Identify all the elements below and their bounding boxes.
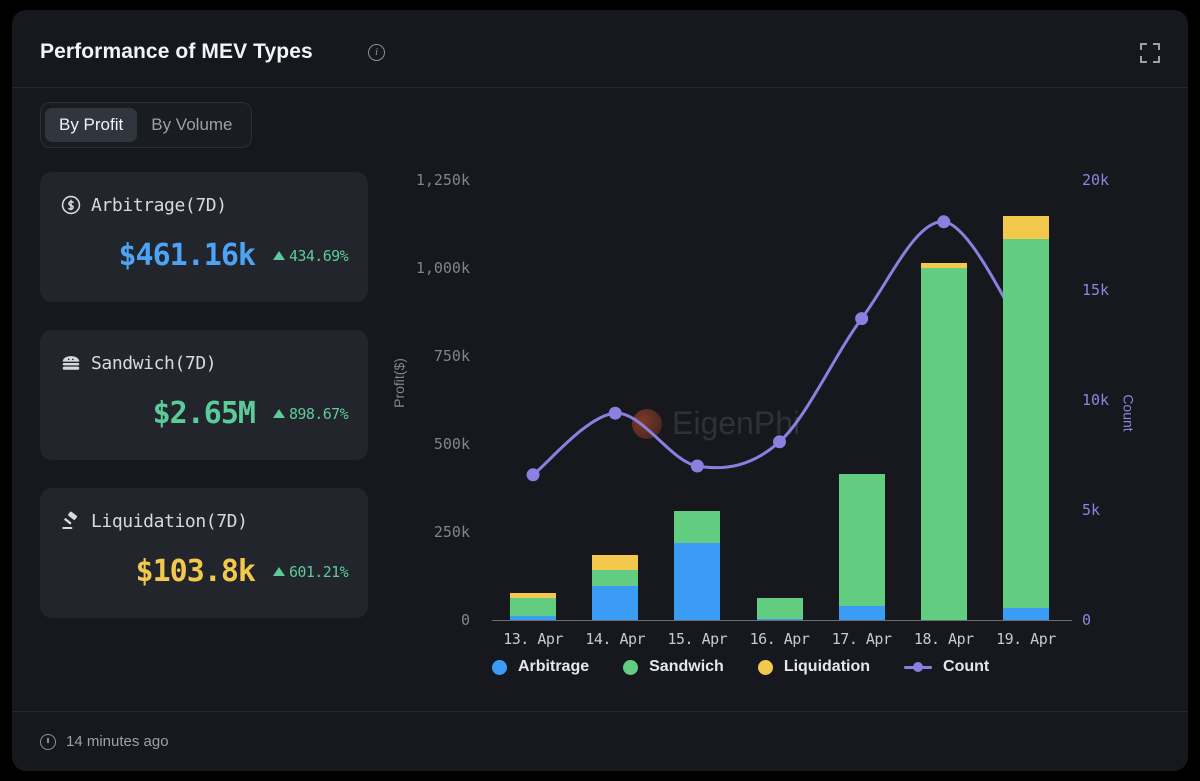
stat-header: Sandwich(7D)	[60, 352, 348, 374]
bar-segment-liquidation	[1002, 215, 1049, 239]
mev-performance-chart: Profit($) Count 0 250k 500k 750k 1,000k 1,250…	[390, 160, 1182, 700]
count-data-point[interactable]	[773, 435, 786, 449]
legend-label: Arbitrage	[518, 658, 590, 675]
x-axis-line	[492, 620, 1072, 621]
y-tick-right: 20k	[1082, 171, 1110, 189]
triangle-up-icon	[272, 567, 285, 576]
bar-segment-sandwich	[674, 510, 721, 544]
bar-segment-arbitrage	[838, 605, 885, 620]
gavel-icon	[62, 511, 78, 529]
legend-swatch-count	[904, 662, 933, 672]
legend-swatch-liquidation	[757, 659, 773, 675]
y-tick-left: 750k	[433, 347, 470, 365]
clock-icon	[40, 733, 56, 750]
stat-change-value: 601.21%	[288, 562, 349, 581]
tab-by-profit[interactable]: By Profit	[45, 108, 138, 142]
x-tick-label: 14. Apr	[585, 630, 646, 648]
stat-card-liquidation[interactable]: Liquidation(7D) $103.8k 601.21%	[40, 488, 368, 618]
stat-value: $103.8k	[135, 554, 256, 589]
legend-item-arbitrage[interactable]: Arbitrage	[492, 658, 589, 676]
count-data-point[interactable]	[690, 459, 704, 473]
y-axis-title-left: Profit($)	[390, 358, 407, 408]
bar-segment-sandwich	[510, 598, 557, 616]
bar-segment-arbitrage	[1002, 608, 1049, 620]
x-tick-label: 16. Apr	[749, 630, 810, 648]
count-data-point[interactable]	[937, 215, 951, 229]
stat-label: Arbitrage(7D)	[91, 194, 227, 216]
count-data-point[interactable]	[526, 468, 540, 482]
legend-item-liquidation[interactable]: Liquidation	[757, 658, 871, 676]
y-tick-left: 500k	[433, 435, 470, 453]
stat-value: $2.65M	[152, 396, 256, 431]
chart-legend: Arbitrage Sandwich Liquidation Count	[492, 658, 989, 676]
y-tick-right: 0	[1082, 611, 1092, 629]
stat-card-list: Arbitrage(7D) $461.16k 434.69% Sandwich(…	[40, 172, 368, 646]
bar-segment-liquidation	[510, 592, 557, 599]
y-tick-right: 10k	[1082, 391, 1110, 409]
legend-label: Count	[943, 658, 990, 675]
card-header: Performance of MEV Types i	[12, 10, 1188, 88]
stat-header: Arbitrage(7D)	[60, 194, 348, 216]
legend-label: Sandwich	[649, 658, 724, 675]
stat-label: Sandwich(7D)	[91, 352, 217, 374]
y-tick-right: 15k	[1082, 281, 1110, 299]
sandwich-icon	[62, 356, 80, 370]
x-tick-label: 18. Apr	[913, 630, 974, 648]
count-line-series	[526, 215, 1033, 482]
stat-value-row: $461.16k 434.69%	[40, 238, 348, 273]
stat-change: 434.69%	[272, 246, 349, 265]
legend-swatch-arbitrage	[492, 659, 507, 675]
legend-swatch-sandwich	[623, 659, 639, 675]
y-tick-left: 250k	[433, 523, 470, 541]
page-title: Performance of MEV Types	[40, 40, 313, 63]
legend-item-sandwich[interactable]: Sandwich	[623, 658, 724, 676]
info-icon[interactable]: i	[368, 44, 385, 61]
bar-segment-sandwich	[756, 597, 803, 619]
bar-segment-liquidation	[592, 554, 639, 571]
legend-item-count[interactable]: Count	[904, 658, 989, 676]
metric-tab-group: By Profit By Volume	[40, 102, 252, 148]
x-tick-label: 17. Apr	[831, 630, 892, 648]
legend-label: Liquidation	[783, 658, 871, 675]
y-tick-left: 1,250k	[415, 171, 470, 189]
stat-value: $461.16k	[118, 238, 255, 273]
stat-card-sandwich[interactable]: Sandwich(7D) $2.65M 898.67%	[40, 330, 368, 460]
y-tick-left: 1,000k	[415, 259, 470, 277]
x-tick-label: 13. Apr	[503, 630, 563, 648]
last-updated-text: 14 minutes ago	[66, 733, 169, 750]
triangle-up-icon	[272, 251, 285, 260]
stat-label: Liquidation(7D)	[91, 510, 248, 532]
stat-change: 601.21%	[272, 562, 349, 581]
count-data-point[interactable]	[855, 312, 869, 326]
bar-segment-sandwich	[592, 570, 639, 587]
triangle-up-icon	[272, 409, 285, 418]
count-data-point[interactable]	[608, 406, 622, 420]
bar-segment-arbitrage	[674, 543, 721, 620]
card-footer: 14 minutes ago	[12, 711, 1188, 771]
mev-performance-card: Performance of MEV Types i By Profit By …	[12, 10, 1188, 771]
y-tick-right: 5k	[1082, 501, 1101, 519]
stat-change-value: 434.69%	[288, 246, 349, 265]
stat-value-row: $103.8k 601.21%	[40, 554, 349, 589]
bar-segment-arbitrage	[592, 586, 639, 620]
coin-dollar-icon	[61, 195, 81, 215]
stat-change-value: 898.67%	[288, 404, 349, 423]
bar-segment-sandwich	[1002, 238, 1049, 609]
y-tick-left: 0	[460, 611, 470, 629]
bar-segment-sandwich	[920, 268, 967, 620]
stat-header: Liquidation(7D)	[60, 510, 348, 532]
x-tick-label: 15. Apr	[667, 630, 728, 648]
fullscreen-icon[interactable]	[1140, 43, 1160, 63]
stat-value-row: $2.65M 898.67%	[40, 396, 349, 431]
tab-by-volume[interactable]: By Volume	[137, 108, 246, 142]
x-tick-label: 19. Apr	[996, 630, 1056, 648]
bar-segment-liquidation	[920, 262, 967, 268]
stat-card-arbitrage[interactable]: Arbitrage(7D) $461.16k 434.69%	[40, 172, 368, 302]
plot-area	[492, 180, 1067, 620]
bar-segment-sandwich	[838, 473, 885, 606]
stat-change: 898.67%	[272, 404, 349, 423]
